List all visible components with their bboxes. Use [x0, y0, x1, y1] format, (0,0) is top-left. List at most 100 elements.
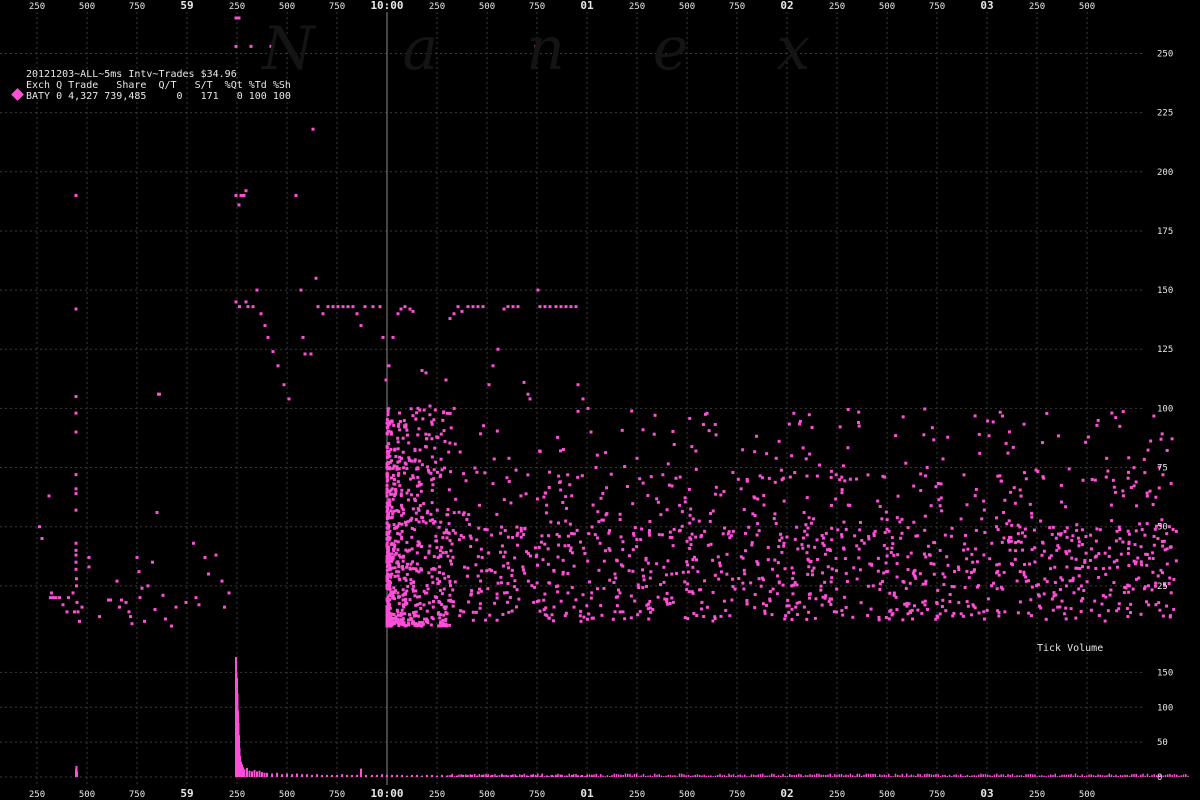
trade-point	[561, 570, 565, 574]
trade-point	[75, 600, 79, 604]
trade-point	[385, 541, 389, 545]
trade-point	[411, 587, 415, 591]
trade-point	[483, 471, 487, 475]
trade-point	[466, 566, 470, 570]
trade-point	[683, 496, 687, 500]
trade-point	[836, 528, 840, 532]
trade-point	[743, 531, 747, 535]
volume-bar	[714, 775, 717, 777]
trade-point	[127, 610, 131, 614]
trade-point	[1132, 466, 1136, 470]
trade-point	[1089, 533, 1093, 537]
trade-point	[1065, 552, 1069, 556]
trade-point	[620, 428, 624, 432]
trade-point	[1022, 422, 1026, 426]
trade-point	[120, 598, 123, 602]
trade-point	[282, 383, 286, 387]
trade-point	[1115, 558, 1119, 562]
trade-point	[1151, 503, 1155, 507]
trade-point	[522, 380, 526, 384]
trade-point	[664, 573, 668, 577]
volume-bar	[843, 775, 845, 777]
trade-point	[80, 605, 84, 609]
trade-point	[480, 569, 484, 573]
trade-point	[742, 508, 746, 512]
trade-point	[404, 597, 408, 601]
volume-bar	[1126, 774, 1128, 777]
trade-point	[753, 450, 757, 454]
trade-point	[511, 305, 515, 309]
trade-point	[976, 584, 980, 588]
trade-point	[532, 585, 536, 589]
trade-point	[757, 529, 761, 533]
x-tick-label-bottom: 500	[279, 790, 295, 800]
trade-point	[1023, 534, 1027, 538]
trade-point	[589, 430, 593, 434]
volume-bar	[496, 776, 498, 777]
volume-bar	[476, 776, 478, 777]
trade-point	[568, 549, 572, 553]
x-tick-label-top: 500	[479, 2, 495, 12]
trade-point	[667, 483, 671, 487]
trade-point	[665, 602, 669, 606]
trade-point	[447, 575, 451, 579]
volume-bar	[1151, 774, 1153, 777]
trade-point	[641, 586, 645, 590]
trade-point	[787, 422, 791, 426]
trade-point	[677, 529, 681, 533]
trade-point	[387, 617, 391, 621]
trade-point	[827, 600, 831, 604]
trade-point	[78, 619, 81, 623]
volume-bar	[908, 775, 910, 777]
trade-point	[1145, 491, 1149, 495]
trade-point	[694, 467, 698, 471]
trade-point	[690, 445, 694, 449]
trade-point	[321, 312, 325, 316]
trade-point	[500, 525, 504, 529]
trade-point	[538, 609, 542, 613]
trade-point	[956, 565, 960, 569]
trade-point	[1139, 545, 1143, 549]
trade-point	[773, 512, 777, 516]
trade-point	[1110, 411, 1114, 415]
trade-point	[959, 612, 963, 616]
trade-point	[1028, 562, 1032, 566]
trade-point	[237, 16, 241, 20]
trade-point	[722, 599, 726, 603]
trade-point	[207, 572, 210, 576]
trade-point	[909, 551, 913, 555]
volume-bar	[978, 774, 980, 777]
trade-point	[507, 610, 511, 614]
trade-point	[1143, 533, 1147, 537]
trade-point	[598, 541, 602, 545]
trade-point	[439, 457, 443, 461]
trade-point	[401, 436, 405, 440]
volume-bar	[1023, 776, 1025, 777]
trade-point	[487, 551, 491, 555]
volume-bar	[658, 774, 660, 777]
trade-point	[655, 562, 659, 566]
trade-point	[405, 491, 409, 495]
trade-point	[685, 539, 689, 543]
volume-bar	[822, 774, 825, 777]
trade-point	[498, 550, 502, 554]
trade-point	[668, 602, 672, 606]
trade-point	[1064, 505, 1068, 509]
trade-point	[717, 577, 721, 581]
volume-bar	[831, 776, 834, 777]
trade-point	[192, 541, 195, 545]
trade-point	[446, 513, 450, 517]
trade-point	[523, 571, 527, 575]
trade-point	[1127, 470, 1131, 474]
volume-bar	[253, 770, 256, 777]
trade-point	[432, 554, 436, 558]
trade-point	[1029, 598, 1033, 602]
trade-point	[484, 618, 488, 622]
trade-point	[817, 463, 821, 467]
trade-point	[564, 506, 568, 510]
trade-point	[771, 567, 775, 571]
trade-point	[331, 305, 335, 309]
trade-point	[392, 547, 396, 551]
trade-point	[255, 288, 259, 292]
trade-point	[618, 610, 622, 614]
